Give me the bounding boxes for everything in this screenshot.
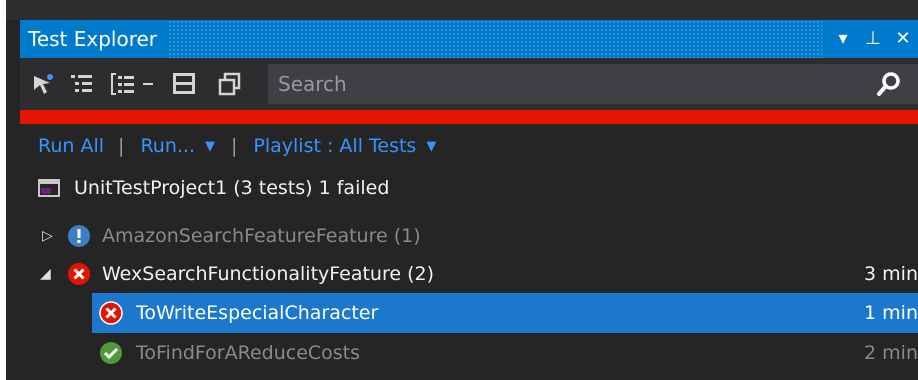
playlist-dropdown-icon[interactable]: ▼ — [416, 139, 436, 154]
dropdown-arrow-icon[interactable] — [140, 70, 156, 98]
group-label: WexSearchFunctionalityFeature (2) — [102, 263, 435, 285]
group-by-icon[interactable] — [68, 70, 96, 98]
duration: 3 min — [864, 263, 918, 285]
separator: | — [231, 135, 238, 157]
test-row-selected[interactable]: ToWriteEspecialCharacter 1 min — [92, 293, 918, 333]
failed-icon — [68, 263, 90, 285]
close-icon[interactable]: ✕ — [888, 20, 918, 58]
duration: 2 min — [864, 342, 918, 364]
not-run-icon — [68, 225, 90, 247]
filter-traits-icon[interactable] — [108, 70, 136, 98]
action-bar: Run All | Run... ▼ | Playlist : All Test… — [20, 128, 918, 164]
title-bar[interactable]: Test Explorer ▾ ⊥ ✕ — [20, 20, 918, 58]
duration: 1 min — [864, 302, 918, 324]
top-strip — [6, 0, 918, 20]
expand-arrow-icon[interactable]: ▷ — [42, 228, 53, 244]
playlist-icon[interactable] — [170, 70, 198, 98]
run-dropdown-icon[interactable]: ▼ — [195, 139, 215, 154]
failed-icon — [99, 301, 123, 325]
search-box — [268, 64, 918, 104]
group-label: AmazonSearchFeatureFeature (1) — [102, 225, 421, 247]
copy-window-icon[interactable] — [216, 70, 244, 98]
separator: | — [118, 135, 125, 157]
search-input[interactable] — [268, 64, 848, 104]
test-explorer-window: Test Explorer ▾ ⊥ ✕ Search Run All | Run… — [6, 0, 918, 380]
tree-group-row[interactable]: ◢ WexSearchFunctionalityFeature (2) 3 mi… — [20, 254, 918, 294]
title-controls: ▾ ⊥ ✕ — [822, 20, 918, 58]
project-label: UnitTestProject1 (3 tests) 1 failed — [74, 177, 390, 199]
window-dropdown-icon[interactable]: ▾ — [828, 20, 858, 58]
tree-group-row[interactable]: ▷ AmazonSearchFeatureFeature (1) — [20, 216, 918, 256]
run-link[interactable]: Run... — [124, 135, 195, 157]
collapse-arrow-icon[interactable]: ◢ — [40, 266, 51, 282]
toolbar — [20, 58, 918, 110]
test-label: ToFindForAReduceCosts — [136, 342, 361, 364]
passed-icon — [100, 342, 122, 364]
magnifier-icon[interactable] — [874, 70, 904, 98]
playlist-link[interactable]: Playlist : All Tests — [237, 135, 416, 157]
run-selected-icon[interactable] — [30, 70, 58, 98]
tree-project-row[interactable]: UnitTestProject1 (3 tests) 1 failed — [20, 168, 918, 208]
test-project-icon — [38, 179, 60, 197]
test-label: ToWriteEspecialCharacter — [136, 302, 379, 324]
test-status-bar — [20, 110, 918, 124]
pin-icon[interactable]: ⊥ — [858, 20, 888, 58]
test-row[interactable]: ToFindForAReduceCosts 2 min — [92, 333, 918, 373]
run-all-link[interactable]: Run All — [20, 135, 104, 157]
window-title: Test Explorer — [20, 20, 168, 58]
